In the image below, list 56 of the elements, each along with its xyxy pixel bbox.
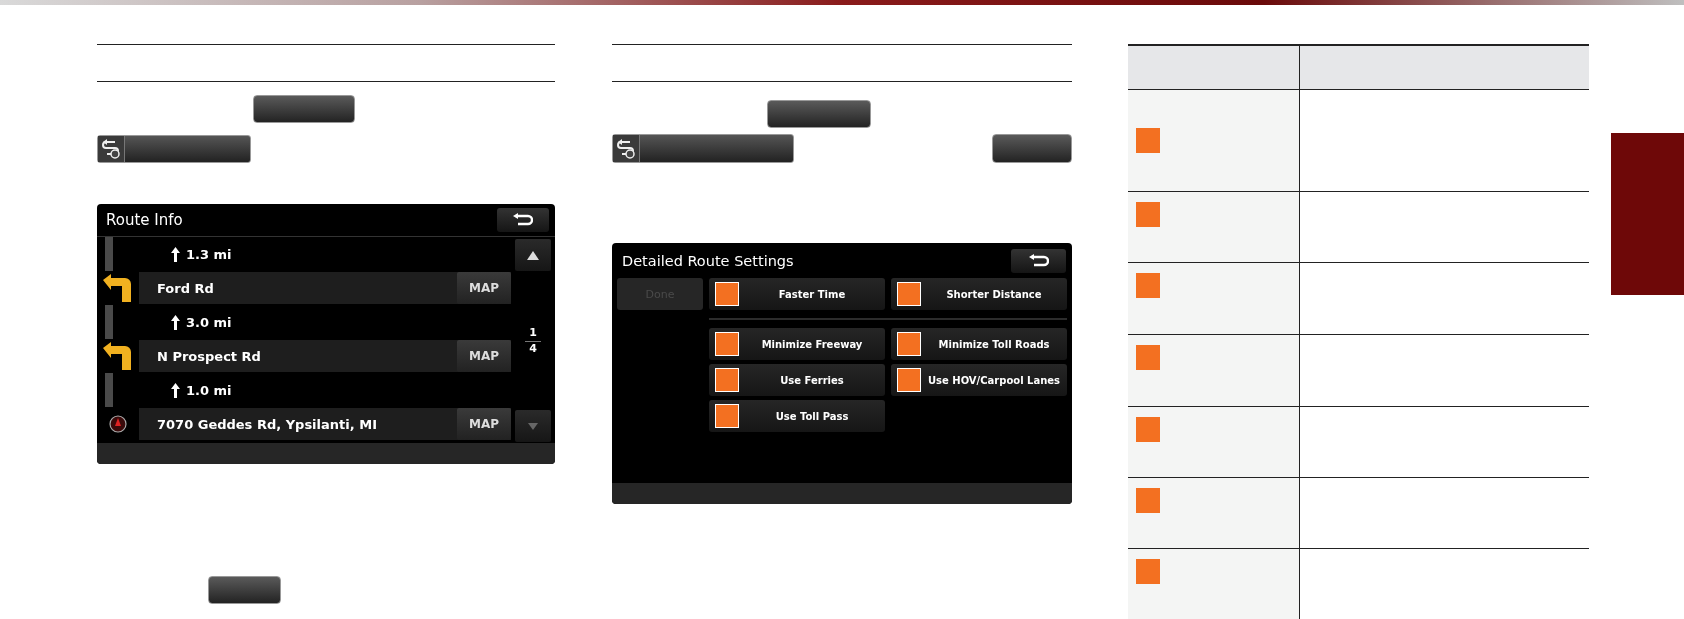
route-option-button[interactable] <box>97 135 251 163</box>
callout-marker <box>1136 128 1160 153</box>
turn-left-icon <box>103 342 133 370</box>
distance-text: 1.3 mi <box>186 246 232 262</box>
straight-arrow-icon <box>171 382 180 398</box>
option-button[interactable]: Minimize Freeway <box>709 328 885 360</box>
callout-marker <box>1136 559 1160 584</box>
page-number: 1 <box>525 326 541 342</box>
callout-marker <box>715 332 739 356</box>
street-name: Ford Rd <box>157 280 214 296</box>
callout-marker <box>715 368 739 392</box>
option-button[interactable]: Minimize Toll Roads <box>891 328 1067 360</box>
blank-button[interactable] <box>253 95 355 123</box>
up-arrow-icon <box>527 250 539 260</box>
option-button[interactable]: Shorter Distance <box>891 278 1067 310</box>
option-button[interactable]: Faster Time <box>709 278 885 310</box>
callout-marker <box>897 282 921 306</box>
option-button[interactable]: Use Toll Pass <box>709 400 885 432</box>
map-button[interactable]: MAP <box>457 272 511 304</box>
blank-button[interactable] <box>208 576 281 604</box>
scroll-up-button[interactable] <box>515 239 551 271</box>
callout-marker <box>1136 202 1160 227</box>
callout-marker <box>1136 273 1160 298</box>
turn-left-icon <box>103 274 133 302</box>
page-total: 4 <box>529 342 537 355</box>
route-option-button[interactable] <box>612 134 794 163</box>
callout-marker <box>897 368 921 392</box>
destination-icon <box>109 415 127 433</box>
down-arrow-icon <box>528 422 538 430</box>
callout-marker <box>1136 488 1160 513</box>
blank-button[interactable] <box>992 134 1072 163</box>
callout-marker <box>1136 345 1160 370</box>
back-icon <box>1028 253 1049 268</box>
street-name: 7070 Geddes Rd, Ypsilanti, MI <box>157 416 377 432</box>
back-button[interactable] <box>497 208 549 232</box>
route-icon <box>616 138 636 159</box>
callout-marker <box>715 404 739 428</box>
map-button[interactable]: MAP <box>457 340 511 372</box>
street-name: N Prospect Rd <box>157 348 261 364</box>
map-button[interactable]: MAP <box>457 408 511 440</box>
blank-button[interactable] <box>767 100 871 128</box>
straight-arrow-icon <box>171 246 180 262</box>
callout-marker <box>897 332 921 356</box>
callout-marker <box>715 282 739 306</box>
back-button[interactable] <box>1011 248 1066 273</box>
option-button[interactable]: Use HOV/Carpool Lanes <box>891 364 1067 396</box>
distance-text: 3.0 mi <box>186 314 232 330</box>
back-icon <box>513 213 533 227</box>
screen-title: Detailed Route Settings <box>622 252 794 269</box>
screen-title: Route Info <box>106 211 183 229</box>
scroll-down-button[interactable] <box>515 410 551 442</box>
distance-text: 1.0 mi <box>186 382 232 398</box>
straight-arrow-icon <box>171 314 180 330</box>
callout-marker <box>1136 417 1160 442</box>
route-icon <box>101 139 121 159</box>
option-button[interactable]: Use Ferries <box>709 364 885 396</box>
